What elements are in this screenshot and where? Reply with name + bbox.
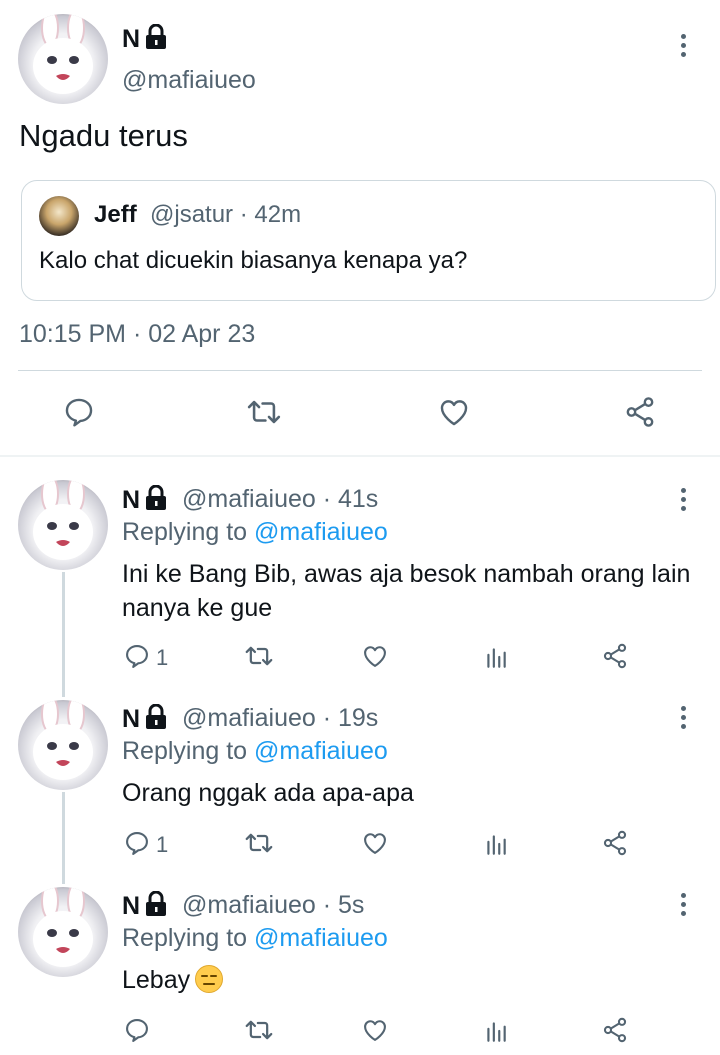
avatar[interactable] [18, 700, 108, 790]
reply-text: Orang nggak ada apa-apa [122, 779, 414, 807]
heart-icon[interactable] [437, 395, 471, 429]
quoted-avatar [39, 196, 79, 236]
lock-icon [146, 24, 167, 49]
thread-line [62, 572, 65, 697]
author-name-text: N [122, 486, 141, 514]
author-name[interactable]: N [122, 704, 168, 734]
lock-icon [146, 891, 167, 916]
replying-to: Replying to @mafiaiueo [122, 737, 388, 766]
quoted-author-name: Jeff [94, 201, 137, 228]
more-vertical-icon[interactable] [679, 893, 687, 920]
author-name[interactable]: N [122, 485, 168, 515]
author-handle[interactable]: @mafiaiueo [122, 66, 256, 95]
replying-to-label: Replying to [122, 737, 248, 765]
more-vertical-icon[interactable] [679, 34, 687, 61]
author-name-text: N [122, 892, 141, 920]
share-icon[interactable] [601, 829, 629, 857]
tweet-timestamp[interactable]: 10:15 PM · 02 Apr 23 [19, 320, 255, 349]
heart-icon[interactable] [361, 1016, 389, 1044]
mention-link[interactable]: @mafiaiueo [254, 518, 388, 546]
section-divider [0, 455, 720, 457]
author-name[interactable]: N [122, 24, 168, 54]
reply-text: Ini ke Bang Bib, awas aja besok nambah o… [122, 560, 691, 622]
share-icon[interactable] [601, 642, 629, 670]
share-icon[interactable] [622, 395, 658, 429]
quoted-tweet[interactable]: Jeff @jsatur · 42m Kalo chat dicuekin bi… [21, 180, 716, 301]
quoted-text: Kalo chat dicuekin biasanya kenapa ya? [39, 247, 468, 274]
reply-meta[interactable]: @mafiaiueo · 19s [182, 704, 378, 733]
replying-to-label: Replying to [122, 518, 248, 546]
retweet-icon[interactable] [243, 829, 275, 857]
analytics-icon[interactable] [483, 831, 509, 857]
avatar[interactable] [18, 887, 108, 977]
expressionless-face-icon [195, 965, 224, 993]
more-vertical-icon[interactable] [679, 488, 687, 515]
analytics-icon[interactable] [483, 644, 509, 670]
author-name[interactable]: N [122, 891, 168, 921]
quoted-meta: @jsatur · 42m [150, 201, 302, 228]
avatar[interactable] [18, 14, 108, 104]
author-name-text: N [122, 25, 141, 53]
lock-icon [146, 704, 167, 729]
retweet-icon[interactable] [243, 642, 275, 670]
reply-text-row: Lebay [122, 963, 692, 997]
retweet-icon[interactable] [245, 395, 283, 429]
comment-icon[interactable] [123, 1016, 151, 1044]
reply-text: Lebay [122, 966, 191, 994]
comment-icon[interactable] [123, 642, 151, 670]
divider [18, 370, 702, 371]
analytics-icon[interactable] [483, 1018, 509, 1044]
reply-count: 1 [156, 645, 169, 670]
more-vertical-icon[interactable] [679, 706, 687, 733]
reply-meta[interactable]: @mafiaiueo · 41s [182, 485, 378, 514]
comment-icon[interactable] [123, 829, 151, 857]
heart-icon[interactable] [361, 829, 389, 857]
mention-link[interactable]: @mafiaiueo [254, 737, 388, 765]
heart-icon[interactable] [361, 642, 389, 670]
lock-icon [146, 485, 167, 510]
reply-count: 1 [156, 832, 169, 857]
mention-link[interactable]: @mafiaiueo [254, 924, 388, 952]
avatar[interactable] [18, 480, 108, 570]
comment-icon[interactable] [62, 395, 96, 429]
retweet-icon[interactable] [243, 1016, 275, 1044]
thread-line [62, 792, 65, 884]
reply-meta[interactable]: @mafiaiueo · 5s [182, 891, 364, 920]
replying-to: Replying to @mafiaiueo [122, 924, 388, 953]
tweet-text: Ngadu terus [19, 118, 188, 153]
author-name-text: N [122, 705, 141, 733]
share-icon[interactable] [601, 1016, 629, 1044]
replying-to-label: Replying to [122, 924, 248, 952]
replying-to: Replying to @mafiaiueo [122, 518, 388, 547]
